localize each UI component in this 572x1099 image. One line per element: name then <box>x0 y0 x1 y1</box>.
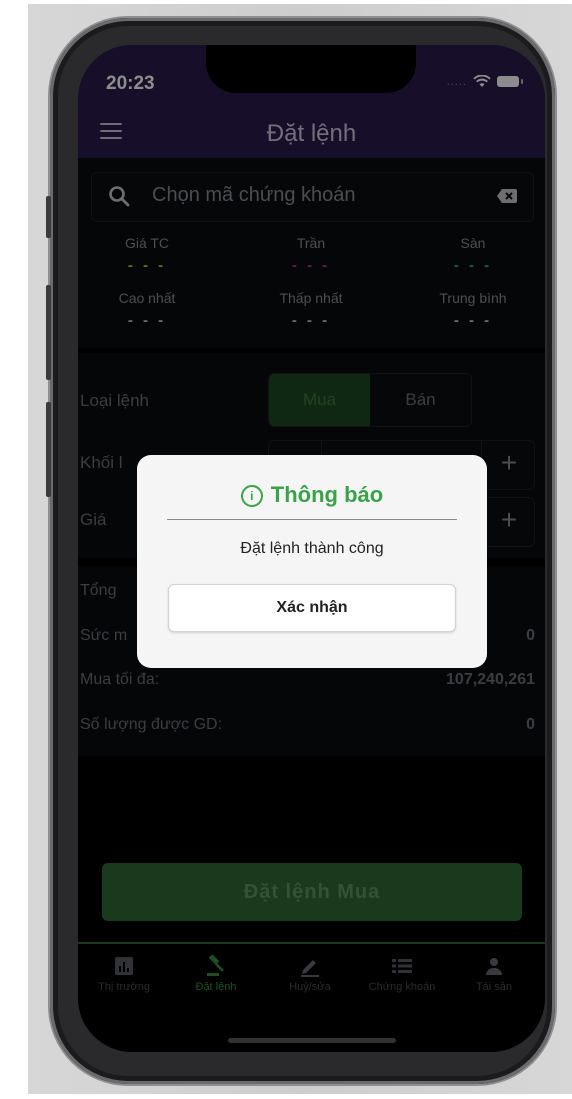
notification-dialog: i Thông báo Đặt lệnh thành công Xác nhận <box>137 455 487 668</box>
mute-switch <box>46 196 51 238</box>
dialog-divider <box>167 519 457 520</box>
volume-up-button <box>46 285 51 380</box>
info-icon: i <box>240 485 263 507</box>
confirm-button[interactable]: Xác nhận <box>168 584 456 632</box>
dialog-title: i Thông báo <box>137 482 487 508</box>
dialog-message: Đặt lệnh thành công <box>240 540 384 557</box>
volume-down-button <box>46 402 51 497</box>
dialog-title-text: Thông báo <box>270 482 384 507</box>
